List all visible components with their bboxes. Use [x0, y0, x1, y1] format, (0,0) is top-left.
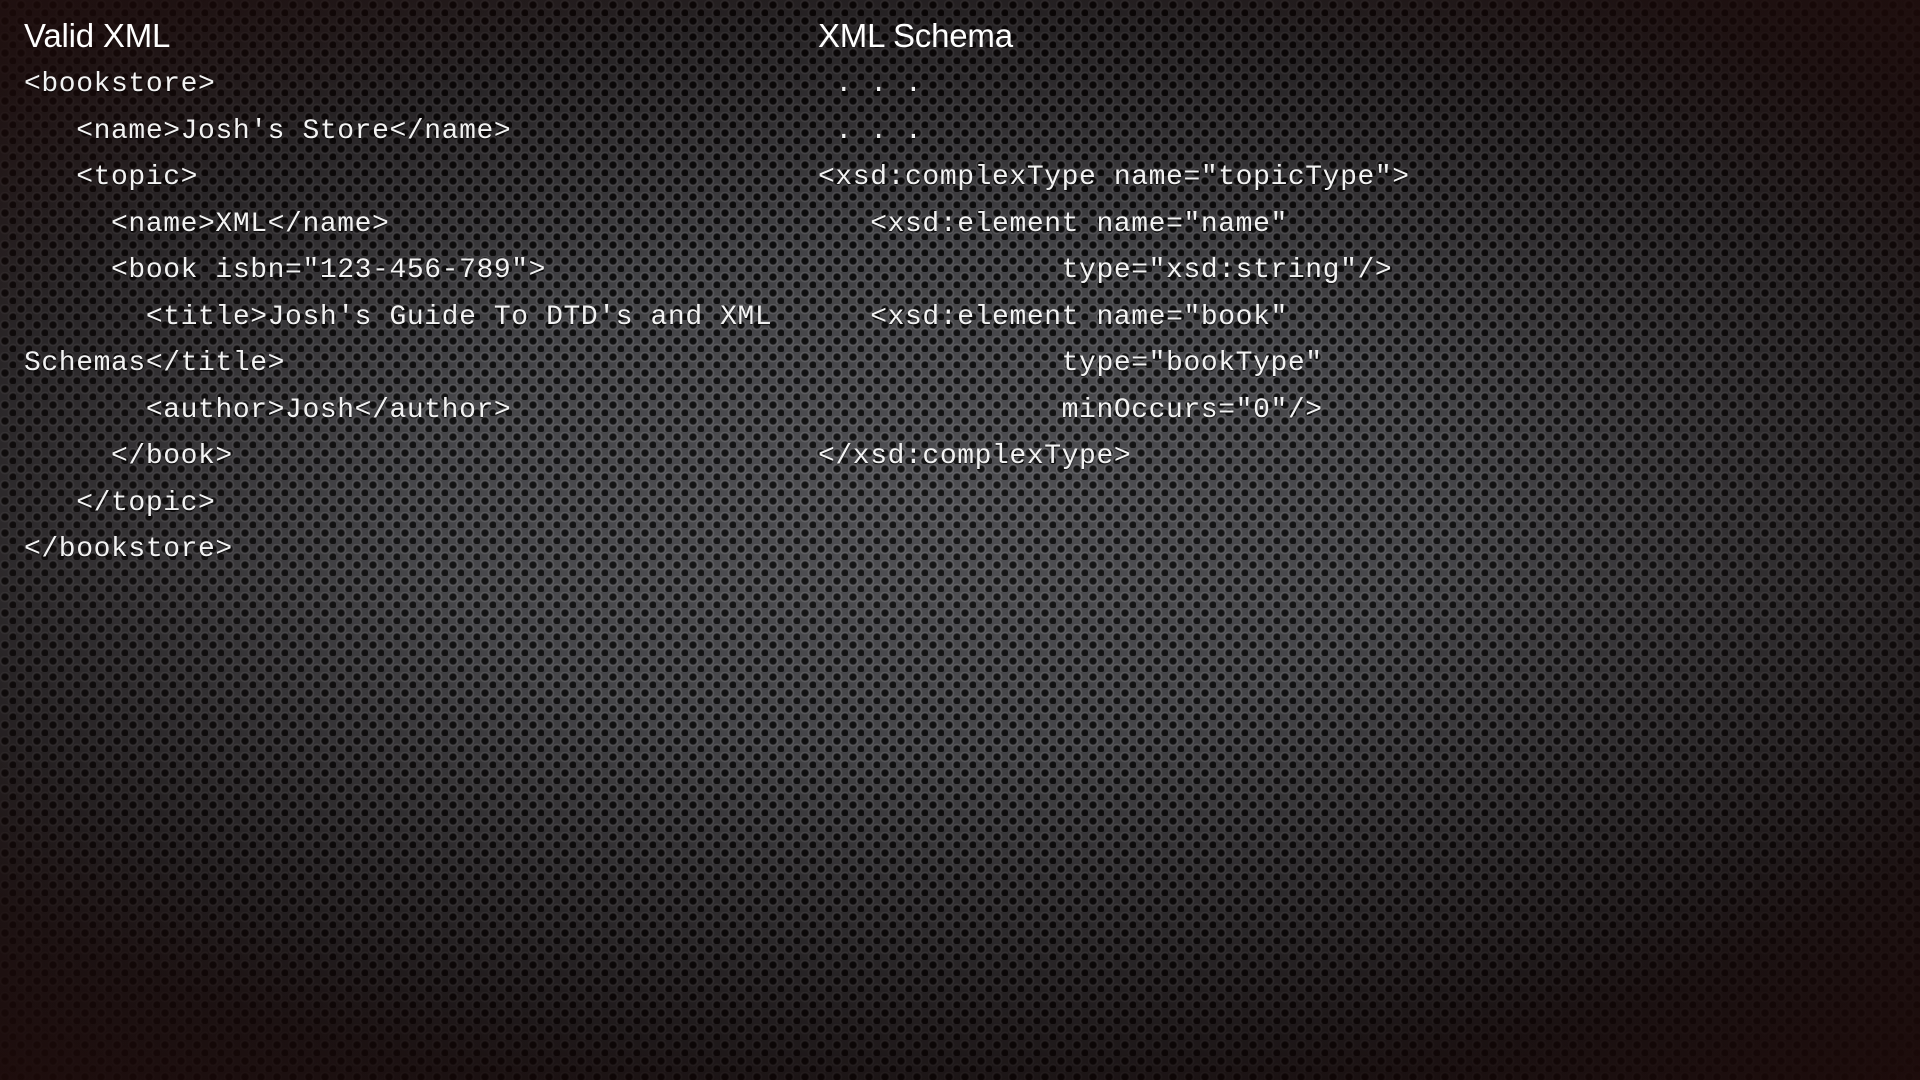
xml-schema-code-block: . . . . . . <xsd:complexType name="topic…: [818, 69, 1410, 472]
valid-xml-code-block: <bookstore> <name>Josh's Store</name> <t…: [24, 69, 773, 565]
slide-content: Valid XML <bookstore> <name>Josh's Store…: [0, 0, 1920, 1080]
slide-canvas: Valid XML <bookstore> <name>Josh's Store…: [0, 0, 1920, 1080]
xml-schema-title: XML Schema: [818, 17, 1013, 54]
panel-valid-xml: Valid XML <bookstore> <name>Josh's Store…: [24, 14, 814, 574]
panel-xml-schema: XML Schema . . . . . . <xsd:complexType …: [818, 14, 1718, 481]
valid-xml-title: Valid XML: [24, 17, 171, 54]
